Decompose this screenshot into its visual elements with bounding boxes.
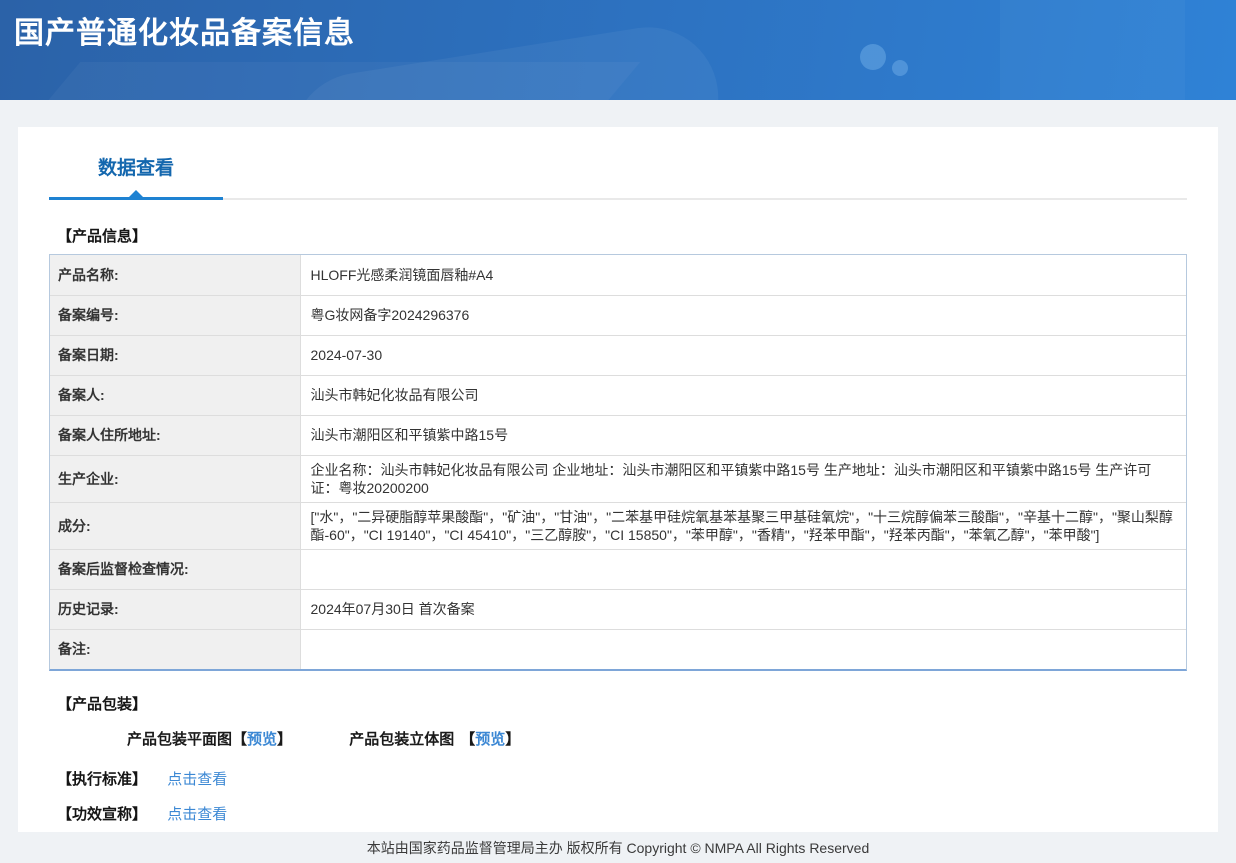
packaging-flat-label: 产品包装平面图 <box>127 731 232 748</box>
product-info-table: 产品名称: HLOFF光感柔润镜面唇釉#A4 备案编号: 粤G妆网备字20242… <box>49 254 1187 671</box>
header-decoration-band <box>1000 0 1185 100</box>
standard-view-link[interactable]: 点击查看 <box>167 771 227 788</box>
efficacy-view-link[interactable]: 点击查看 <box>167 806 227 823</box>
row-label: 备案人: <box>50 375 300 415</box>
table-row: 备案后监督检查情况: <box>50 549 1186 589</box>
packaging-3d-label: 产品包装立体图 <box>349 731 454 748</box>
row-value: 2024-07-30 <box>300 335 1186 375</box>
row-label: 历史记录: <box>50 589 300 629</box>
table-row: 成分: ["水"，"二异硬脂醇苹果酸酯"，"矿油"，"甘油"，"二苯基甲硅烷氧基… <box>50 502 1186 549</box>
page-footer: 本站由国家药品监督管理局主办 版权所有 Copyright © NMPA All… <box>0 832 1236 863</box>
standard-row: 【执行标准】 点击查看 <box>57 768 1218 789</box>
tab-bar: 数据查看 <box>18 127 1218 200</box>
page-header: 国产普通化妆品备案信息 <box>0 0 1236 100</box>
section-efficacy-title: 【功效宣称】 <box>57 806 147 823</box>
row-value: HLOFF光感柔润镜面唇釉#A4 <box>300 255 1186 295</box>
row-label: 备案后监督检查情况: <box>50 549 300 589</box>
section-packaging-title: 【产品包装】 <box>57 693 1218 714</box>
table-row: 产品名称: HLOFF光感柔润镜面唇釉#A4 <box>50 255 1186 295</box>
row-value: 粤G妆网备字2024296376 <box>300 295 1186 335</box>
packaging-flat-item: 产品包装平面图【预览】 <box>127 731 292 748</box>
page-title: 国产普通化妆品备案信息 <box>14 8 355 52</box>
tab-active-triangle-icon <box>129 190 143 197</box>
row-value: ["水"，"二异硬脂醇苹果酸酯"，"矿油"，"甘油"，"二苯基甲硅烷氧基苯基聚三… <box>300 502 1186 549</box>
table-row: 备案编号: 粤G妆网备字2024296376 <box>50 295 1186 335</box>
table-row: 备案人住所地址: 汕头市潮阳区和平镇紫中路15号 <box>50 415 1186 455</box>
header-decoration-circle <box>892 60 908 76</box>
section-standard-title: 【执行标准】 <box>57 771 147 788</box>
packaging-preview-row: 产品包装平面图【预览】 产品包装立体图【预览】 <box>127 728 1218 749</box>
tab-bar-divider <box>223 198 1187 200</box>
efficacy-row: 【功效宣称】 点击查看 <box>57 803 1218 824</box>
row-value: 汕头市潮阳区和平镇紫中路15号 <box>300 415 1186 455</box>
row-label: 成分: <box>50 502 300 549</box>
bracket-close: 】 <box>277 731 292 748</box>
row-label: 备案日期: <box>50 335 300 375</box>
row-value <box>300 549 1186 589</box>
tab-active-underline <box>49 197 223 200</box>
packaging-3d-item: 产品包装立体图【预览】 <box>349 731 520 748</box>
packaging-flat-preview-link[interactable]: 预览 <box>247 731 277 748</box>
bracket-open: 【 <box>232 731 247 748</box>
packaging-3d-preview-link[interactable]: 预览 <box>475 731 505 748</box>
tab-data-view[interactable]: 数据查看 <box>49 153 223 200</box>
row-label: 备案人住所地址: <box>50 415 300 455</box>
bracket-close: 】 <box>505 731 520 748</box>
section-product-info-title: 【产品信息】 <box>57 225 1218 246</box>
table-row: 历史记录: 2024年07月30日 首次备案 <box>50 589 1186 629</box>
row-label: 生产企业: <box>50 455 300 502</box>
bracket-open: 【 <box>460 731 475 748</box>
row-value <box>300 629 1186 669</box>
row-label: 备注: <box>50 629 300 669</box>
row-value: 汕头市韩妃化妆品有限公司 <box>300 375 1186 415</box>
row-value: 企业名称：汕头市韩妃化妆品有限公司 企业地址：汕头市潮阳区和平镇紫中路15号 生… <box>300 455 1186 502</box>
table-row: 备注: <box>50 629 1186 669</box>
tab-data-view-label: 数据查看 <box>98 158 174 179</box>
table-row: 备案人: 汕头市韩妃化妆品有限公司 <box>50 375 1186 415</box>
content-card: 数据查看 【产品信息】 产品名称: HLOFF光感柔润镜面唇釉#A4 备案编号:… <box>18 127 1218 832</box>
row-value: 2024年07月30日 首次备案 <box>300 589 1186 629</box>
table-row: 生产企业: 企业名称：汕头市韩妃化妆品有限公司 企业地址：汕头市潮阳区和平镇紫中… <box>50 455 1186 502</box>
footer-copyright-text: 本站由国家药品监督管理局主办 版权所有 Copyright © NMPA All… <box>367 838 869 858</box>
row-label: 产品名称: <box>50 255 300 295</box>
table-row: 备案日期: 2024-07-30 <box>50 335 1186 375</box>
header-decoration-circle <box>860 44 886 70</box>
row-label: 备案编号: <box>50 295 300 335</box>
